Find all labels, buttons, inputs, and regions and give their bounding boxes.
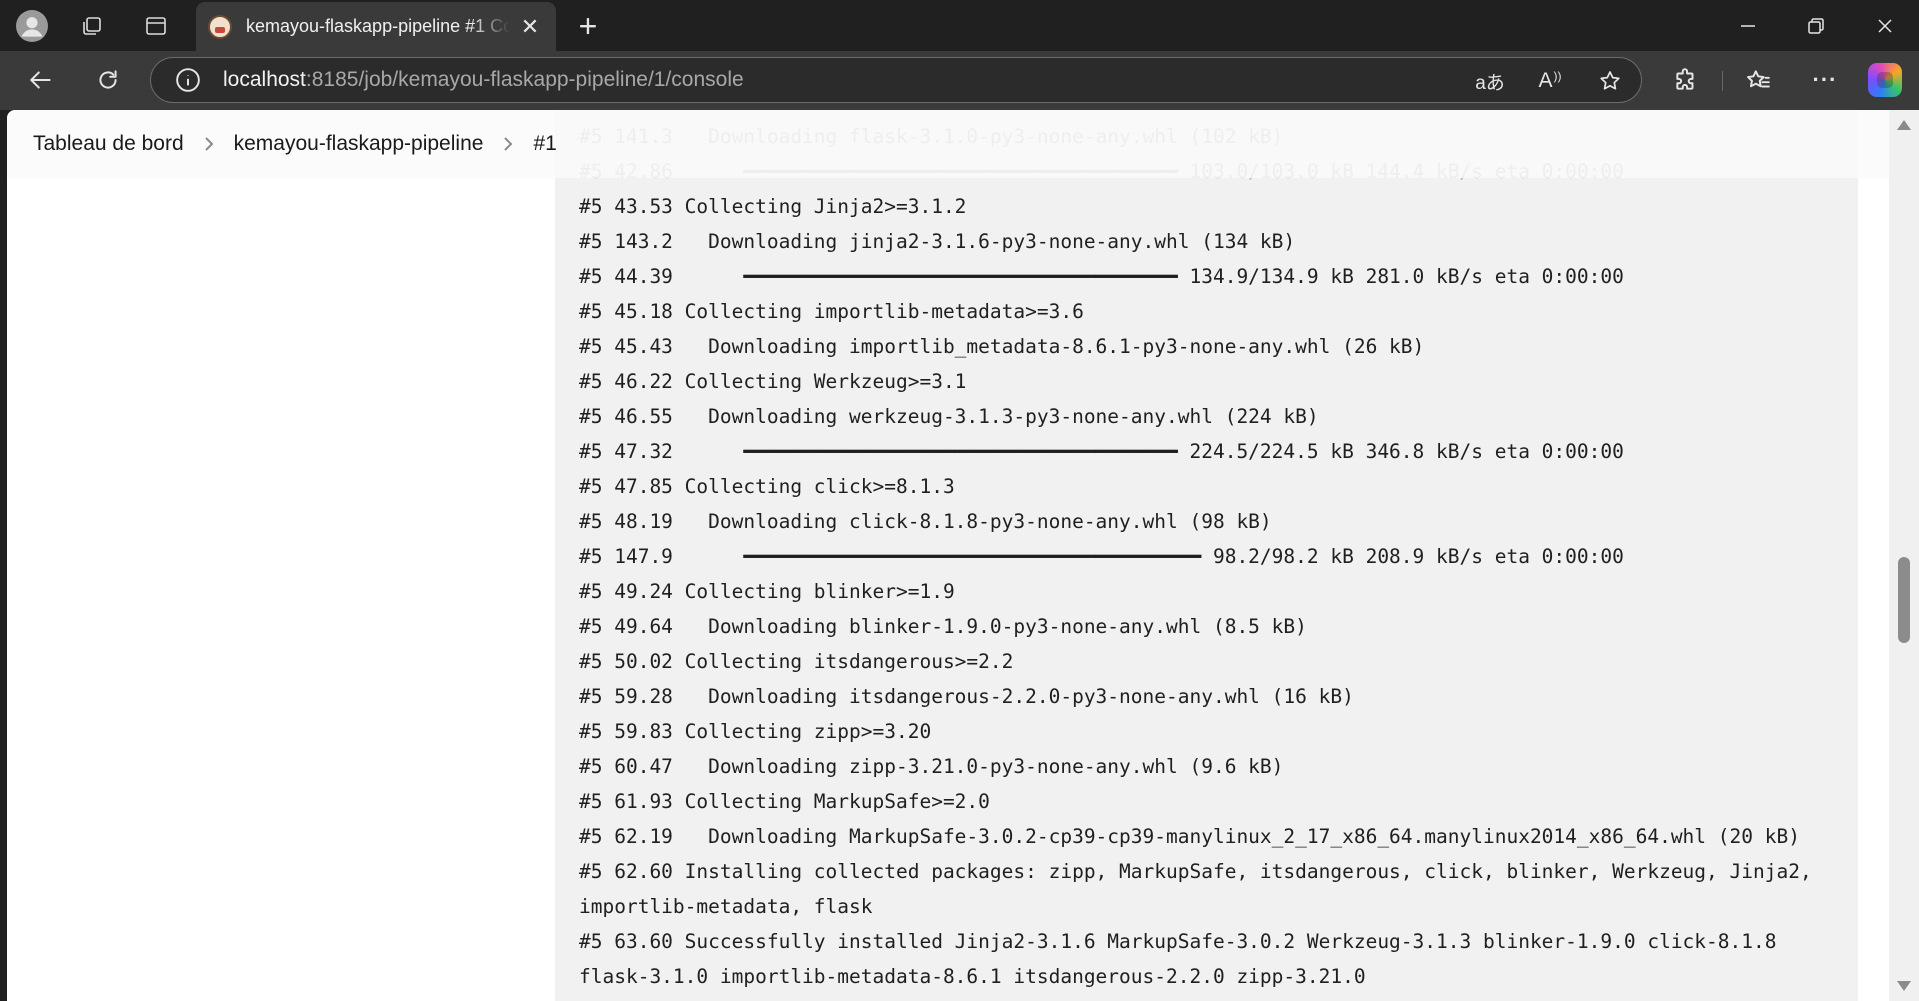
page-scrollbar[interactable] (1889, 110, 1919, 1001)
close-icon[interactable]: ✕ (516, 13, 544, 41)
close-window-icon[interactable] (1851, 0, 1919, 51)
console-line: #5 60.47 Downloading zipp-3.21.0-py3-non… (579, 755, 1284, 778)
console-line: #5 61.93 Collecting MarkupSafe>=2.0 (579, 790, 990, 813)
scrollbar-thumb[interactable] (1898, 557, 1910, 643)
profile-icon[interactable] (12, 6, 52, 46)
site-info-icon[interactable] (173, 65, 203, 95)
console-line: #5 46.22 Collecting Werkzeug>=3.1 (579, 370, 967, 393)
breadcrumb-job[interactable]: kemayou-flaskapp-pipeline (234, 132, 484, 156)
breadcrumb-dashboard[interactable]: Tableau de bord (33, 132, 184, 156)
favorite-star-icon[interactable] (1593, 64, 1627, 98)
chevron-right-icon (483, 136, 533, 152)
console-line: #5 59.83 Collecting zipp>=3.20 (579, 720, 932, 743)
jenkins-page: #5 141.3 Downloading flask-3.1.0-py3-non… (7, 110, 1889, 1001)
console-lines: #5 141.3 Downloading flask-3.1.0-py3-non… (579, 119, 1849, 994)
address-bar[interactable]: localhost:8185/job/kemayou-flaskapp-pipe… (150, 57, 1642, 103)
console-line: #5 62.60 Installing collected packages: … (579, 860, 1824, 918)
chevron-right-icon (184, 136, 234, 152)
new-tab-icon[interactable]: + (568, 6, 608, 46)
read-aloud-icon[interactable]: A)) (1533, 64, 1567, 98)
favorites-icon[interactable] (1737, 59, 1779, 101)
back-icon[interactable] (20, 59, 62, 101)
restore-icon[interactable] (1782, 0, 1850, 51)
extensions-icon[interactable] (1665, 59, 1707, 101)
breadcrumb-build[interactable]: #1 (533, 132, 556, 156)
console-line: #5 147.9 ━━━━━━━━━━━━━━━━━━━━━━━━━━━━━━━… (579, 545, 1624, 568)
console-output: #5 141.3 Downloading flask-3.1.0-py3-non… (555, 110, 1858, 1001)
console-line: #5 46.55 Downloading werkzeug-3.1.3-py3-… (579, 405, 1319, 428)
jenkins-favicon-icon (208, 14, 232, 39)
translate-icon[interactable]: aあ (1473, 64, 1507, 98)
console-line: #5 44.39 ━━━━━━━━━━━━━━━━━━━━━━━━━━━━━━━… (579, 265, 1624, 288)
console-line: #5 47.32 ━━━━━━━━━━━━━━━━━━━━━━━━━━━━━━━… (579, 440, 1624, 463)
console-line: #5 43.53 Collecting Jinja2>=3.1.2 (579, 195, 967, 218)
more-icon[interactable]: ··· (1804, 59, 1846, 101)
url-text[interactable]: localhost:8185/job/kemayou-flaskapp-pipe… (223, 68, 744, 92)
copilot-icon[interactable] (1868, 63, 1902, 97)
console-line: #5 49.24 Collecting blinker>=1.9 (579, 580, 955, 603)
console-line: #5 45.43 Downloading importlib_metadata-… (579, 335, 1425, 358)
console-line: #5 62.19 Downloading MarkupSafe-3.0.2-cp… (579, 825, 1800, 848)
browser-toolbar: localhost:8185/job/kemayou-flaskapp-pipe… (0, 51, 1919, 110)
console-line: #5 45.18 Collecting importlib-metadata>=… (579, 300, 1084, 323)
minimize-icon[interactable] (1714, 0, 1782, 51)
console-line: #5 63.60 Successfully installed Jinja2-3… (579, 930, 1789, 988)
workspaces-icon[interactable] (72, 6, 112, 46)
tab-strip: kemayou-flaskapp-pipeline #1 Console ✕ + (0, 0, 1919, 51)
console-line: #5 49.64 Downloading blinker-1.9.0-py3-n… (579, 615, 1307, 638)
console-line: #5 143.2 Downloading jinja2-3.1.6-py3-no… (579, 230, 1296, 253)
scroll-down-arrow-icon[interactable] (1897, 981, 1911, 991)
scroll-up-arrow-icon[interactable] (1897, 120, 1911, 130)
console-line: #5 50.02 Collecting itsdangerous>=2.2 (579, 650, 1014, 673)
toolbar-separator (1722, 71, 1723, 91)
breadcrumb: Tableau de bord kemayou-flaskapp-pipelin… (7, 110, 1889, 178)
console-line: #5 48.19 Downloading click-8.1.8-py3-non… (579, 510, 1272, 533)
vertical-tabs-icon[interactable] (136, 6, 176, 46)
tab-title: kemayou-flaskapp-pipeline #1 Console (246, 16, 510, 36)
refresh-icon[interactable] (87, 59, 129, 101)
console-line: #5 59.28 Downloading itsdangerous-2.2.0-… (579, 685, 1354, 708)
active-tab[interactable]: kemayou-flaskapp-pipeline #1 Console ✕ (196, 2, 556, 51)
console-line: #5 47.85 Collecting click>=8.1.3 (579, 475, 955, 498)
